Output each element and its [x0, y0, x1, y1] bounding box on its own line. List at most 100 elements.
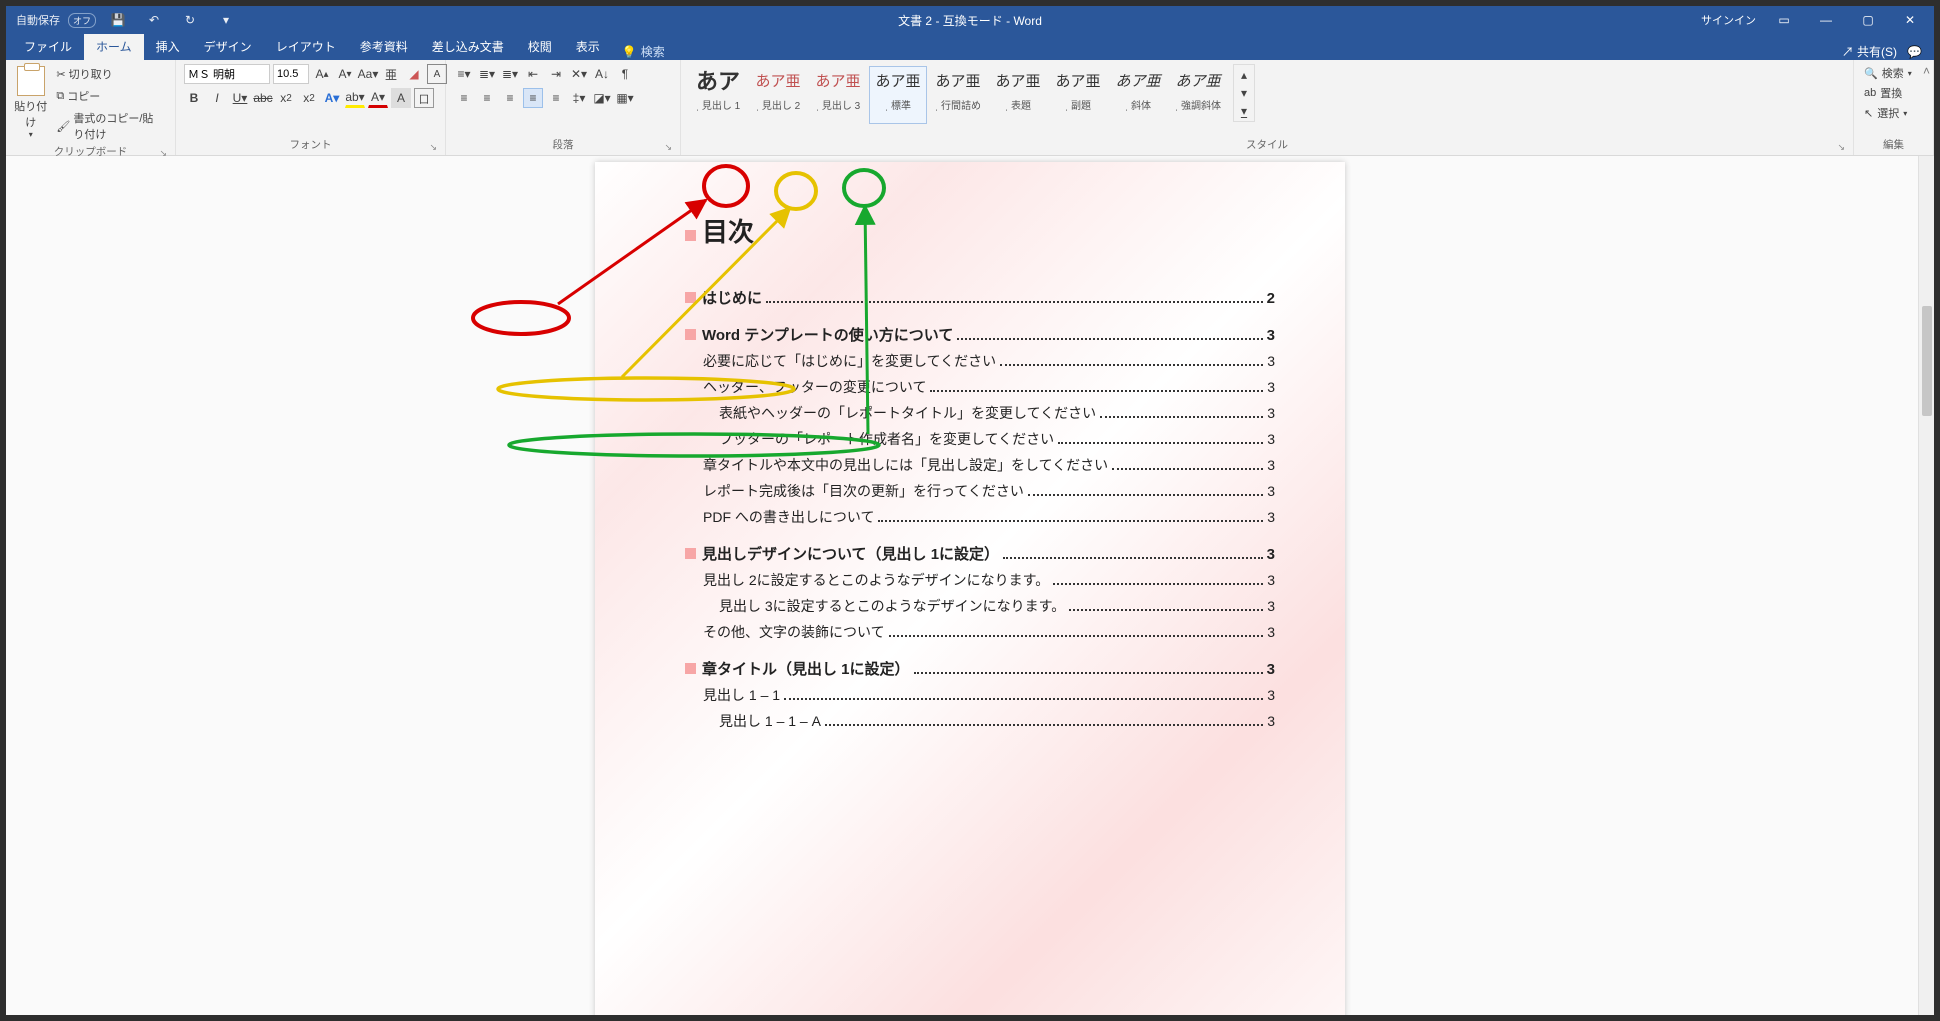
tell-me-search[interactable]: 💡 検索 — [612, 43, 675, 60]
save-icon[interactable]: 💾 — [104, 13, 132, 27]
style-行間詰め[interactable]: あア亜ˌ 行間詰め — [929, 66, 987, 124]
italic-button[interactable]: I — [207, 88, 227, 108]
tab-insert[interactable]: 挿入 — [144, 34, 192, 60]
replace-button[interactable]: ab置換 — [1862, 84, 1914, 102]
toc-entry[interactable]: 章タイトルや本文中の見出しには「見出し設定」をしてください3 — [685, 455, 1275, 475]
show-marks-button[interactable]: ¶ — [615, 64, 635, 84]
comments-icon[interactable]: 💬 — [1907, 45, 1922, 59]
qat-customize-icon[interactable]: ▾ — [212, 13, 240, 27]
tab-mailings[interactable]: 差し込み文書 — [420, 34, 516, 60]
toc-entry[interactable]: 表紙やヘッダーの「レポートタイトル」を変更してください3 — [685, 403, 1275, 423]
phonetic-guide-button[interactable]: 亜 — [381, 64, 401, 84]
asian-layout-button[interactable]: ✕▾ — [569, 64, 589, 84]
toc-entry[interactable]: レポート完成後は「目次の更新」を行ってください3 — [685, 481, 1275, 501]
increase-indent-button[interactable]: ⇥ — [546, 64, 566, 84]
multilevel-button[interactable]: ≣▾ — [500, 64, 520, 84]
tab-home[interactable]: ホーム — [84, 34, 144, 60]
highlight-button[interactable]: ab▾ — [345, 88, 365, 108]
style-row-up[interactable]: ▴ — [1234, 66, 1254, 84]
cut-button[interactable]: ✂切り取り — [53, 64, 167, 84]
change-case-button[interactable]: Aa▾ — [358, 64, 378, 84]
vertical-scrollbar[interactable] — [1918, 156, 1934, 1015]
toc-entry[interactable]: 見出しデザインについて（見出し 1に設定）3 — [685, 543, 1275, 564]
style-見出し1[interactable]: あアˌ 見出し 1 — [689, 66, 747, 124]
redo-icon[interactable]: ↻ — [176, 13, 204, 27]
align-center-button[interactable]: ≡ — [477, 88, 497, 108]
bullets-button[interactable]: ≡▾ — [454, 64, 474, 84]
style-表題[interactable]: あア亜ˌ 表題 — [989, 66, 1047, 124]
superscript-button[interactable]: x2 — [299, 88, 319, 108]
toc-entry[interactable]: はじめに2 — [685, 287, 1275, 308]
text-effects-button[interactable]: A▾ — [322, 88, 342, 108]
grow-font-button[interactable]: A▴ — [312, 64, 332, 84]
toc-entry[interactable]: PDF への書き出しについて3 — [685, 507, 1275, 527]
toc-entry[interactable]: ヘッダー、フッターの変更について3 — [685, 377, 1275, 397]
style-標準[interactable]: あア亜ˌ 標準 — [869, 66, 927, 124]
style-強調斜体[interactable]: あア亜ˌ 強調斜体 — [1169, 66, 1227, 124]
distributed-button[interactable]: ≡ — [546, 88, 566, 108]
dialog-launcher-icon[interactable]: ↘ — [664, 142, 672, 153]
style-row-down[interactable]: ▾ — [1234, 84, 1254, 102]
toc-entry[interactable]: その他、文字の装飾について3 — [685, 622, 1275, 642]
align-left-button[interactable]: ≡ — [454, 88, 474, 108]
tab-file[interactable]: ファイル — [12, 34, 84, 60]
font-name-combo[interactable] — [184, 64, 270, 84]
toc-entry[interactable]: フッターの「レポート作成者名」を変更してください3 — [685, 429, 1275, 449]
document-area: 目次 はじめに2Word テンプレートの使い方について3必要に応じて「はじめに」… — [6, 156, 1934, 1015]
tab-design[interactable]: デザイン — [192, 34, 264, 60]
decrease-indent-button[interactable]: ⇤ — [523, 64, 543, 84]
shrink-font-button[interactable]: A▾ — [335, 64, 355, 84]
scrollbar-thumb[interactable] — [1922, 306, 1932, 416]
underline-button[interactable]: U▾ — [230, 88, 250, 108]
char-border-button[interactable]: 囗 — [414, 88, 434, 108]
autosave-toggle[interactable]: オフ — [68, 13, 96, 28]
dialog-launcher-icon[interactable]: ↘ — [1837, 142, 1845, 153]
bold-button[interactable]: B — [184, 88, 204, 108]
signin-button[interactable]: サインイン — [1701, 12, 1756, 28]
dialog-launcher-icon[interactable]: ↘ — [429, 142, 437, 153]
borders-button[interactable]: ▦▾ — [615, 88, 635, 108]
style-見出し3[interactable]: あア亜ˌ 見出し 3 — [809, 66, 867, 124]
toc-entry[interactable]: 見出し 1 – 1 – A3 — [685, 711, 1275, 731]
font-color-button[interactable]: A▾ — [368, 88, 388, 108]
tab-references[interactable]: 参考資料 — [348, 34, 420, 60]
select-button[interactable]: ↖選択▾ — [1862, 104, 1914, 122]
style-斜体[interactable]: あア亜ˌ 斜体 — [1109, 66, 1167, 124]
find-button[interactable]: 🔍検索▾ — [1862, 64, 1914, 82]
sort-button[interactable]: A↓ — [592, 64, 612, 84]
collapse-ribbon-icon[interactable]: ˄ — [1923, 64, 1930, 78]
paste-button[interactable]: 貼り付け ▾ — [14, 64, 47, 139]
tab-layout[interactable]: レイアウト — [264, 34, 348, 60]
numbering-button[interactable]: ≣▾ — [477, 64, 497, 84]
tab-review[interactable]: 校閲 — [516, 34, 564, 60]
minimize-button[interactable]: — — [1812, 13, 1840, 27]
toc-entry[interactable]: 見出し 3に設定するとこのようなデザインになります。3 — [685, 596, 1275, 616]
style-副題[interactable]: あア亜ˌ 副題 — [1049, 66, 1107, 124]
page[interactable]: 目次 はじめに2Word テンプレートの使い方について3必要に応じて「はじめに」… — [595, 162, 1345, 1015]
char-shading-button[interactable]: A — [391, 88, 411, 108]
toc-entry[interactable]: 章タイトル（見出し 1に設定）3 — [685, 658, 1275, 679]
strikethrough-button[interactable]: abc — [253, 88, 273, 108]
close-button[interactable]: ✕ — [1896, 13, 1924, 27]
enclose-char-button[interactable]: A — [427, 64, 447, 84]
style-expand[interactable]: ▾̲ — [1234, 102, 1254, 120]
toc-entry[interactable]: 見出し 2に設定するとこのようなデザインになります。3 — [685, 570, 1275, 590]
line-spacing-button[interactable]: ‡▾ — [569, 88, 589, 108]
undo-icon[interactable]: ↶ — [140, 13, 168, 27]
share-button[interactable]: ↗ 共有(S) — [1842, 43, 1897, 60]
clear-formatting-button[interactable]: ◢ — [404, 64, 424, 84]
tab-view[interactable]: 表示 — [564, 34, 612, 60]
shading-button[interactable]: ◪▾ — [592, 88, 612, 108]
subscript-button[interactable]: x2 — [276, 88, 296, 108]
toc-entry[interactable]: 見出し 1 – 13 — [685, 685, 1275, 705]
maximize-button[interactable]: ▢ — [1854, 13, 1882, 27]
style-見出し2[interactable]: あア亜ˌ 見出し 2 — [749, 66, 807, 124]
ribbon-display-icon[interactable]: ▭ — [1770, 13, 1798, 27]
align-right-button[interactable]: ≡ — [500, 88, 520, 108]
format-painter-button[interactable]: 🖌書式のコピー/貼り付け — [53, 108, 167, 144]
toc-entry[interactable]: Word テンプレートの使い方について3 — [685, 324, 1275, 345]
toc-entry[interactable]: 必要に応じて「はじめに」を変更してください3 — [685, 351, 1275, 371]
font-size-combo[interactable] — [273, 64, 309, 84]
justify-button[interactable]: ≡ — [523, 88, 543, 108]
copy-button[interactable]: ⧉コピー — [53, 86, 167, 106]
